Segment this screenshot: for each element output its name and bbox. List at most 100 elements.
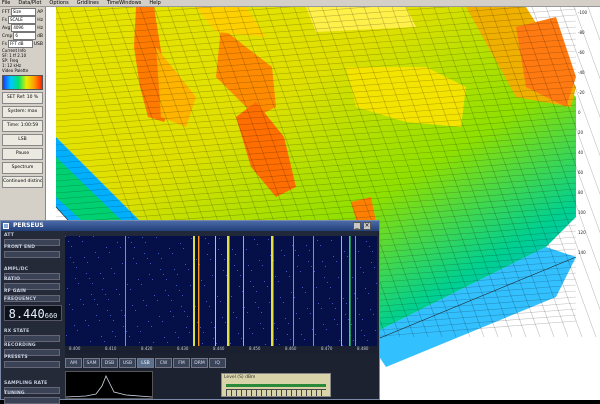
- noise-dot: [201, 280, 202, 281]
- menu-item-file[interactable]: File: [2, 0, 10, 6]
- noise-dot: [189, 332, 190, 333]
- noise-dot: [344, 251, 345, 252]
- noise-dot: [366, 241, 367, 242]
- frequency-display[interactable]: 8.440660: [4, 305, 62, 321]
- noise-dot: [332, 303, 333, 304]
- noise-dot: [74, 325, 75, 326]
- noise-dot: [315, 334, 316, 335]
- noise-dot: [288, 323, 289, 324]
- noise-dot: [207, 254, 208, 255]
- minimize-button[interactable]: _: [353, 222, 361, 230]
- noise-dot: [162, 321, 163, 322]
- noise-dot: [99, 320, 100, 321]
- noise-dot: [139, 342, 140, 343]
- noise-dot: [82, 241, 83, 242]
- panel-button[interactable]: Pause: [2, 148, 43, 160]
- noise-dot: [143, 300, 144, 301]
- close-icon[interactable]: ×: [363, 222, 371, 230]
- signal-trace: [198, 236, 200, 346]
- frequency-tick: 8.480: [357, 346, 369, 351]
- noise-dot: [101, 336, 102, 337]
- noise-dot: [117, 242, 118, 243]
- menu-item-help[interactable]: Help: [149, 0, 160, 6]
- noise-dot: [308, 261, 309, 262]
- noise-dot: [147, 258, 148, 259]
- axis-tick-label: 40: [578, 150, 584, 155]
- noise-dot: [86, 273, 87, 274]
- palette-title: Video Palette: [2, 68, 29, 73]
- axis-tick-label: 100: [578, 210, 586, 215]
- noise-dot: [66, 335, 67, 336]
- noise-dot: [206, 301, 207, 302]
- noise-dot: [214, 327, 215, 328]
- noise-dot: [249, 328, 250, 329]
- param-field[interactable]: SCALE: [7, 16, 37, 24]
- menu-item-options[interactable]: Options: [49, 0, 68, 6]
- noise-dot: [191, 238, 192, 239]
- noise-dot: [244, 307, 245, 308]
- side-control[interactable]: [4, 335, 60, 342]
- param-field[interactable]: Size: [10, 8, 37, 16]
- panel-button[interactable]: SET Ref: 10 %: [2, 92, 43, 104]
- mode-button-am[interactable]: AM: [65, 358, 82, 368]
- noise-dot: [326, 329, 327, 330]
- waterfall-display[interactable]: [65, 236, 377, 346]
- noise-dot: [237, 270, 238, 271]
- noise-dot: [292, 245, 293, 246]
- noise-dot: [142, 237, 143, 238]
- mode-button-lsb[interactable]: LSB: [137, 358, 154, 368]
- mode-button-iq[interactable]: IQ: [209, 358, 226, 368]
- noise-dot: [235, 254, 236, 255]
- mode-button-drm[interactable]: DRM: [191, 358, 208, 368]
- noise-dot: [296, 313, 297, 314]
- side-control[interactable]: [4, 251, 60, 258]
- param-field[interactable]: 6: [13, 32, 37, 40]
- signal-trace: [355, 236, 356, 346]
- panel-button[interactable]: Continued distinct: [2, 176, 43, 188]
- noise-dot: [317, 240, 318, 241]
- noise-dot: [221, 254, 222, 255]
- mode-button-usb[interactable]: USB: [119, 358, 136, 368]
- noise-dot: [339, 340, 340, 341]
- noise-dot: [132, 305, 133, 306]
- noise-dot: [133, 258, 134, 259]
- noise-dot: [134, 247, 135, 248]
- frequency-tick: 8.460: [285, 346, 297, 351]
- panel-button[interactable]: Spectrum: [2, 162, 43, 174]
- menu-item-gridlines[interactable]: Gridlines: [77, 0, 99, 6]
- panel-button[interactable]: System: max: [2, 106, 43, 118]
- side-label: PRESETS: [4, 355, 28, 360]
- noise-dot: [274, 323, 275, 324]
- noise-dot: [115, 336, 116, 337]
- mode-button-dsb[interactable]: DSB: [101, 358, 118, 368]
- mode-button-sam[interactable]: SAM: [83, 358, 100, 368]
- noise-dot: [106, 247, 107, 248]
- noise-dot: [372, 251, 373, 252]
- param-field[interactable]: 4096: [11, 24, 37, 32]
- noise-dot: [348, 319, 349, 320]
- noise-dot: [216, 343, 217, 344]
- noise-dot: [108, 299, 109, 300]
- side-control[interactable]: [4, 397, 60, 404]
- side-label: RATIO: [4, 277, 21, 282]
- noise-dot: [312, 329, 313, 330]
- panel-button[interactable]: Time: 1:00:59: [2, 120, 43, 132]
- menu-item-timewindows[interactable]: TimeWindows: [107, 0, 142, 6]
- menu-item-dataplot[interactable]: Data/Plot: [18, 0, 41, 6]
- panel-button[interactable]: LSB: [2, 134, 43, 146]
- mode-button-fm[interactable]: FM: [173, 358, 190, 368]
- noise-dot: [357, 298, 358, 299]
- mode-button-cw[interactable]: CW: [155, 358, 172, 368]
- noise-dot: [209, 306, 210, 307]
- side-control[interactable]: [4, 361, 60, 368]
- param-field[interactable]: FFT dB: [7, 40, 33, 48]
- noise-dot: [67, 288, 68, 289]
- noise-dot: [111, 268, 112, 269]
- noise-dot: [138, 279, 139, 280]
- noise-dot: [226, 275, 227, 276]
- noise-dot: [231, 296, 232, 297]
- noise-dot: [323, 324, 324, 325]
- perseus-window[interactable]: PERSEUS _ × ATT FRONT END AMPL/DC RATIO RF G…: [0, 220, 380, 404]
- color-palette-bar[interactable]: [2, 75, 43, 90]
- noise-dot: [321, 308, 322, 309]
